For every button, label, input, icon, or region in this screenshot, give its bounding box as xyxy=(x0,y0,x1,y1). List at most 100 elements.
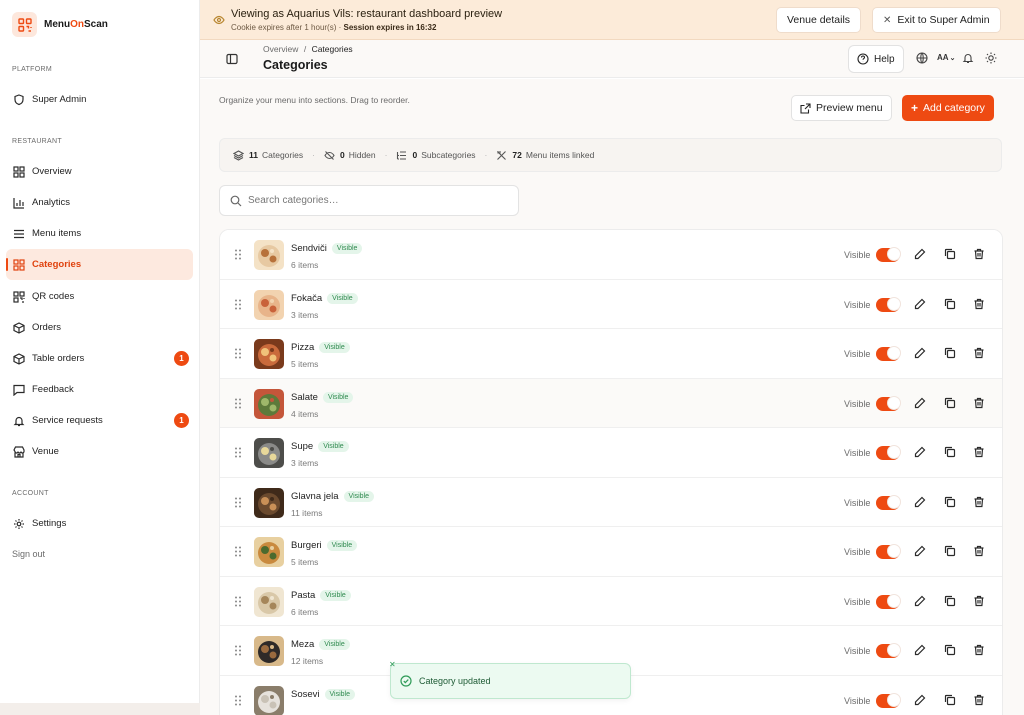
drag-handle-icon[interactable] xyxy=(234,398,242,409)
visible-badge: Visible xyxy=(322,391,354,403)
brand-name: MenuOnScan xyxy=(44,19,108,30)
drag-handle-icon[interactable] xyxy=(234,249,242,260)
visibility-label: Visible xyxy=(844,646,871,656)
sign-out-link[interactable]: Sign out xyxy=(12,549,45,559)
category-row[interactable]: Pasta Visible 6 items Visible xyxy=(220,576,1002,626)
toast-close-icon[interactable]: ✕ xyxy=(389,660,396,669)
edit-pencil-icon[interactable] xyxy=(914,248,926,260)
duplicate-icon[interactable] xyxy=(944,644,956,656)
edit-pencil-icon[interactable] xyxy=(914,347,926,359)
visibility-toggle[interactable] xyxy=(876,346,901,361)
venue-details-button[interactable]: Venue details xyxy=(776,7,862,33)
drag-handle-icon[interactable] xyxy=(234,546,242,557)
edit-pencil-icon[interactable] xyxy=(914,595,926,607)
sidebar-item-orders[interactable]: Orders xyxy=(6,312,193,343)
sidebar-item-label: Orders xyxy=(32,322,62,333)
sidebar-item-categories[interactable]: Categories xyxy=(6,249,193,280)
sidebar-item-service-requests[interactable]: Service requests 1 xyxy=(6,405,193,436)
trash-icon[interactable] xyxy=(973,545,985,557)
category-row[interactable]: Supe Visible 3 items Visible xyxy=(220,428,1002,478)
visibility-toggle[interactable] xyxy=(876,692,901,708)
exit-label: Exit to Super Admin xyxy=(897,14,990,26)
sun-icon[interactable] xyxy=(985,52,997,64)
search-field[interactable] xyxy=(219,185,519,216)
trash-icon[interactable] xyxy=(973,347,985,359)
drag-handle-icon[interactable] xyxy=(234,299,242,310)
category-row[interactable]: Salate Visible 4 items Visible xyxy=(220,378,1002,428)
category-row[interactable]: Burgeri Visible 5 items Visible xyxy=(220,527,1002,577)
bell-icon[interactable] xyxy=(962,52,974,64)
drag-handle-icon[interactable] xyxy=(234,596,242,607)
drag-handle-icon[interactable] xyxy=(234,645,242,656)
trash-icon[interactable] xyxy=(973,496,985,508)
edit-pencil-icon[interactable] xyxy=(914,644,926,656)
visibility-label: Visible xyxy=(844,448,871,458)
trash-icon[interactable] xyxy=(973,298,985,310)
visibility-toggle[interactable] xyxy=(876,593,901,609)
sidebar-item-settings[interactable]: Settings xyxy=(6,508,193,539)
visibility-toggle[interactable] xyxy=(876,544,901,559)
trash-icon[interactable] xyxy=(973,446,985,458)
search-input[interactable] xyxy=(248,195,498,206)
category-row[interactable]: Fokača Visible 3 items Visible xyxy=(220,279,1002,329)
edit-pencil-icon[interactable] xyxy=(914,545,926,557)
duplicate-icon[interactable] xyxy=(944,595,956,607)
category-item-count: 4 items xyxy=(291,408,319,419)
help-button[interactable]: Help xyxy=(848,45,904,73)
duplicate-icon[interactable] xyxy=(944,347,956,359)
visibility-toggle[interactable] xyxy=(876,296,901,312)
duplicate-icon[interactable] xyxy=(944,248,956,260)
category-row[interactable]: Glavna jela Visible 11 items Visible xyxy=(220,477,1002,527)
package-icon xyxy=(13,321,25,334)
sidebar-item-super-admin[interactable]: Super Admin xyxy=(6,84,193,115)
duplicate-icon[interactable] xyxy=(944,298,956,310)
visibility-toggle[interactable] xyxy=(876,247,901,262)
drag-handle-icon[interactable] xyxy=(234,348,242,359)
duplicate-icon[interactable] xyxy=(944,446,956,458)
category-name: Meza Visible xyxy=(291,639,350,650)
visibility-toggle[interactable] xyxy=(876,494,901,510)
add-category-button[interactable]: + Add category xyxy=(902,95,994,121)
breadcrumb-overview[interactable]: Overview xyxy=(263,44,298,54)
edit-pencil-icon[interactable] xyxy=(914,446,926,458)
trash-icon[interactable] xyxy=(973,644,985,656)
visibility-toggle[interactable] xyxy=(876,445,901,460)
exit-super-admin-button[interactable]: ✕ Exit to Super Admin xyxy=(872,7,1001,33)
drag-handle-icon[interactable] xyxy=(234,447,242,458)
sidebar-item-menu-items[interactable]: Menu items xyxy=(6,218,193,249)
edit-pencil-icon[interactable] xyxy=(914,496,926,508)
sidebar-item-overview[interactable]: Overview xyxy=(6,156,193,187)
visible-badge: Visible xyxy=(331,243,363,254)
trash-icon[interactable] xyxy=(973,694,985,706)
sidebar-item-qr-codes[interactable]: QR codes xyxy=(6,281,193,312)
font-size-control[interactable]: AA⌄ xyxy=(937,53,955,62)
visibility-label: Visible xyxy=(844,497,871,508)
breadcrumb: Overview / Categories xyxy=(263,44,353,54)
drag-handle-icon[interactable] xyxy=(234,497,242,508)
category-row[interactable]: Pizza Visible 5 items Visible xyxy=(220,329,1002,379)
sidebar-item-feedback[interactable]: Feedback xyxy=(6,374,193,405)
sidebar-item-analytics[interactable]: Analytics xyxy=(6,187,193,218)
edit-pencil-icon[interactable] xyxy=(914,694,926,706)
duplicate-icon[interactable] xyxy=(944,694,956,706)
sidebar-toggle-icon[interactable] xyxy=(226,53,238,65)
duplicate-icon[interactable] xyxy=(944,397,956,409)
sidebar-item-label: Feedback xyxy=(32,384,74,395)
edit-pencil-icon[interactable] xyxy=(914,397,926,409)
trash-icon[interactable] xyxy=(973,248,985,260)
brand[interactable]: MenuOnScan xyxy=(12,12,108,37)
trash-icon[interactable] xyxy=(973,397,985,409)
stats-bar: 11 Categories · 0 Hidden · 0 Subcategories … xyxy=(219,138,1002,172)
sidebar-item-venue[interactable]: Venue xyxy=(6,436,193,467)
category-row[interactable]: Sendviči Visible 6 items Visible xyxy=(220,230,1002,280)
visibility-toggle[interactable] xyxy=(876,395,901,411)
duplicate-icon[interactable] xyxy=(944,496,956,508)
sidebar-item-table-orders[interactable]: Table orders 1 xyxy=(6,343,193,374)
drag-handle-icon[interactable] xyxy=(234,695,242,706)
edit-pencil-icon[interactable] xyxy=(914,298,926,310)
trash-icon[interactable] xyxy=(973,595,985,607)
visibility-toggle[interactable] xyxy=(876,643,901,658)
duplicate-icon[interactable] xyxy=(944,545,956,557)
preview-menu-button[interactable]: Preview menu xyxy=(791,95,892,121)
globe-icon[interactable] xyxy=(916,52,928,64)
